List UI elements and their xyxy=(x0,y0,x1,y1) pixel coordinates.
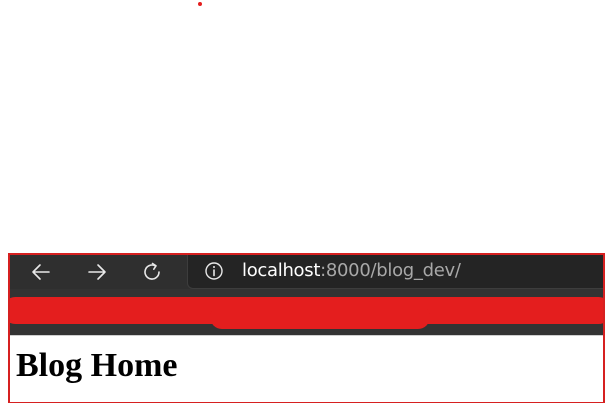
address-bar[interactable]: localhost:8000/blog_dev/ xyxy=(187,255,603,289)
reload-icon xyxy=(144,262,160,280)
page-title: Blog Home xyxy=(16,347,178,384)
back-button[interactable] xyxy=(24,257,58,287)
url-host: localhost xyxy=(242,260,321,281)
url-text[interactable]: localhost:8000/blog_dev/ xyxy=(242,260,461,282)
arrow-right-icon xyxy=(88,264,106,280)
page-content: Blog Home xyxy=(10,335,603,402)
reload-button[interactable] xyxy=(135,257,169,287)
forward-button[interactable] xyxy=(80,257,114,287)
annotation-dot xyxy=(198,2,202,6)
browser-toolbar: localhost:8000/blog_dev/ xyxy=(10,255,603,289)
url-path: :8000/blog_dev/ xyxy=(320,260,461,281)
browser-chrome: localhost:8000/blog_dev/ xyxy=(10,255,603,335)
info-icon[interactable] xyxy=(204,261,224,281)
redaction-mark-overlap xyxy=(210,305,430,329)
highlight-frame: localhost:8000/blog_dev/ Blog Home xyxy=(8,253,605,403)
arrow-left-icon xyxy=(32,264,50,280)
